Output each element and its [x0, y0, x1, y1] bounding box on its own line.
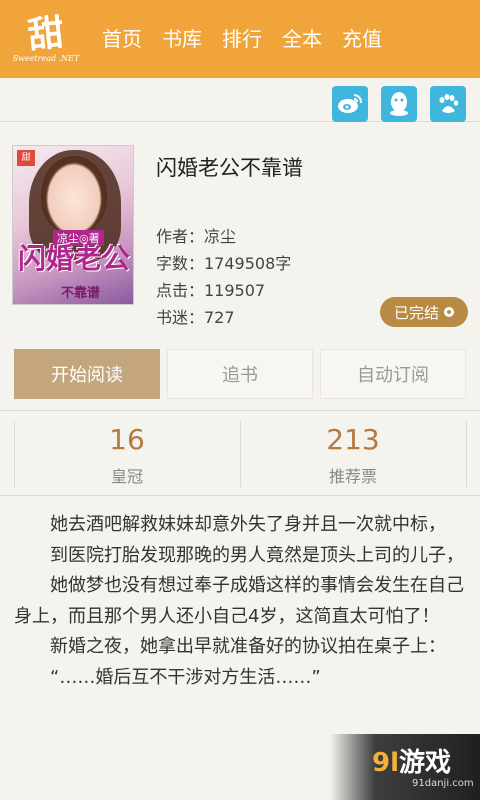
site-watermark: 9l游戏 91danji.com: [330, 734, 480, 800]
share-qq-button[interactable]: [381, 86, 417, 122]
stat-divider-right: [466, 421, 467, 487]
book-fan-count: 书迷：727: [156, 308, 235, 327]
book-click-count: 点击：119507: [156, 281, 266, 300]
stat-recommend-votes[interactable]: 213 推荐票: [240, 411, 466, 497]
description-paragraph: “……婚后互不干涉对方生活……”: [50, 666, 321, 688]
recommend-vote-label: 推荐票: [328, 467, 377, 486]
stat-crowns[interactable]: 16 皇冠: [14, 411, 240, 497]
logo-subtitle: Sweetread .NET: [12, 54, 80, 63]
recommend-vote-count: 213: [326, 423, 380, 456]
watermark-text: 游戏: [399, 748, 452, 778]
auto-subscribe-button[interactable]: 自动订阅: [320, 349, 466, 399]
crown-label: 皇冠: [110, 467, 143, 486]
description-paragraph: 她做梦也没有想过奉子成婚这样的事情会发生在自己身上，而且那个男人还小自己4岁，这…: [14, 575, 464, 627]
nav-recharge[interactable]: 充值: [332, 0, 392, 78]
start-reading-button[interactable]: 开始阅读: [14, 349, 160, 399]
nav-complete[interactable]: 全本: [272, 0, 332, 78]
follow-book-button[interactable]: 追书: [167, 349, 313, 399]
description-paragraph: 她去酒吧解救妹妹却意外失了身并且一次就中标，: [50, 514, 446, 535]
nav-ranking[interactable]: 排行: [212, 0, 272, 78]
description-paragraph: 新婚之夜，她拿出早就准备好的协议拍在桌子上：: [50, 636, 446, 657]
cover-subtitle: 不靠谱: [61, 286, 101, 301]
nav-home[interactable]: 首页: [92, 0, 152, 78]
share-baidu-button[interactable]: [430, 86, 466, 122]
qq-icon: [390, 92, 408, 116]
book-title: 闪婚老公不靠谱: [156, 156, 303, 180]
cover-title: 闪婚老公: [17, 242, 130, 275]
baidu-paw-icon: [439, 94, 459, 113]
book-stats: 16 皇冠 213 推荐票: [0, 410, 480, 496]
share-weibo-button[interactable]: [332, 86, 368, 122]
crown-count: 16: [109, 423, 145, 456]
book-word-count: 字数：1749508字: [156, 254, 292, 273]
book-description: 她去酒吧解救妹妹却意外失了身并且一次就中标， 到医院打胎发现那晚的男人竟然是顶头…: [14, 510, 466, 693]
weibo-icon: [338, 94, 362, 113]
status-label: 已完结: [393, 303, 439, 322]
cover-badge: 甜: [17, 150, 35, 166]
status-dot-icon: [444, 307, 454, 317]
watermark-number: 9l: [372, 748, 400, 778]
watermark-logo: 9l游戏: [372, 742, 451, 779]
site-logo[interactable]: 甜 Sweetread .NET: [0, 0, 92, 78]
nav-library[interactable]: 书库: [152, 0, 212, 78]
description-paragraph: 到医院打胎发现那晚的男人竟然是顶头上司的儿子，: [50, 544, 464, 566]
watermark-url: 91danji.com: [412, 778, 474, 789]
book-cover-image[interactable]: 甜 凉尘◎著 闪婚老公 不靠谱: [12, 145, 134, 305]
status-badge: 已完结: [380, 297, 468, 327]
book-author: 作者：凉尘: [156, 227, 237, 246]
main-nav: 首页 书库 排行 全本 充值: [92, 0, 392, 78]
cover-portrait: [41, 156, 107, 234]
share-bar: [0, 78, 480, 122]
logo-mark: 甜: [25, 11, 67, 57]
top-nav-bar: 甜 Sweetread .NET 首页 书库 排行 全本 充值: [0, 0, 480, 78]
